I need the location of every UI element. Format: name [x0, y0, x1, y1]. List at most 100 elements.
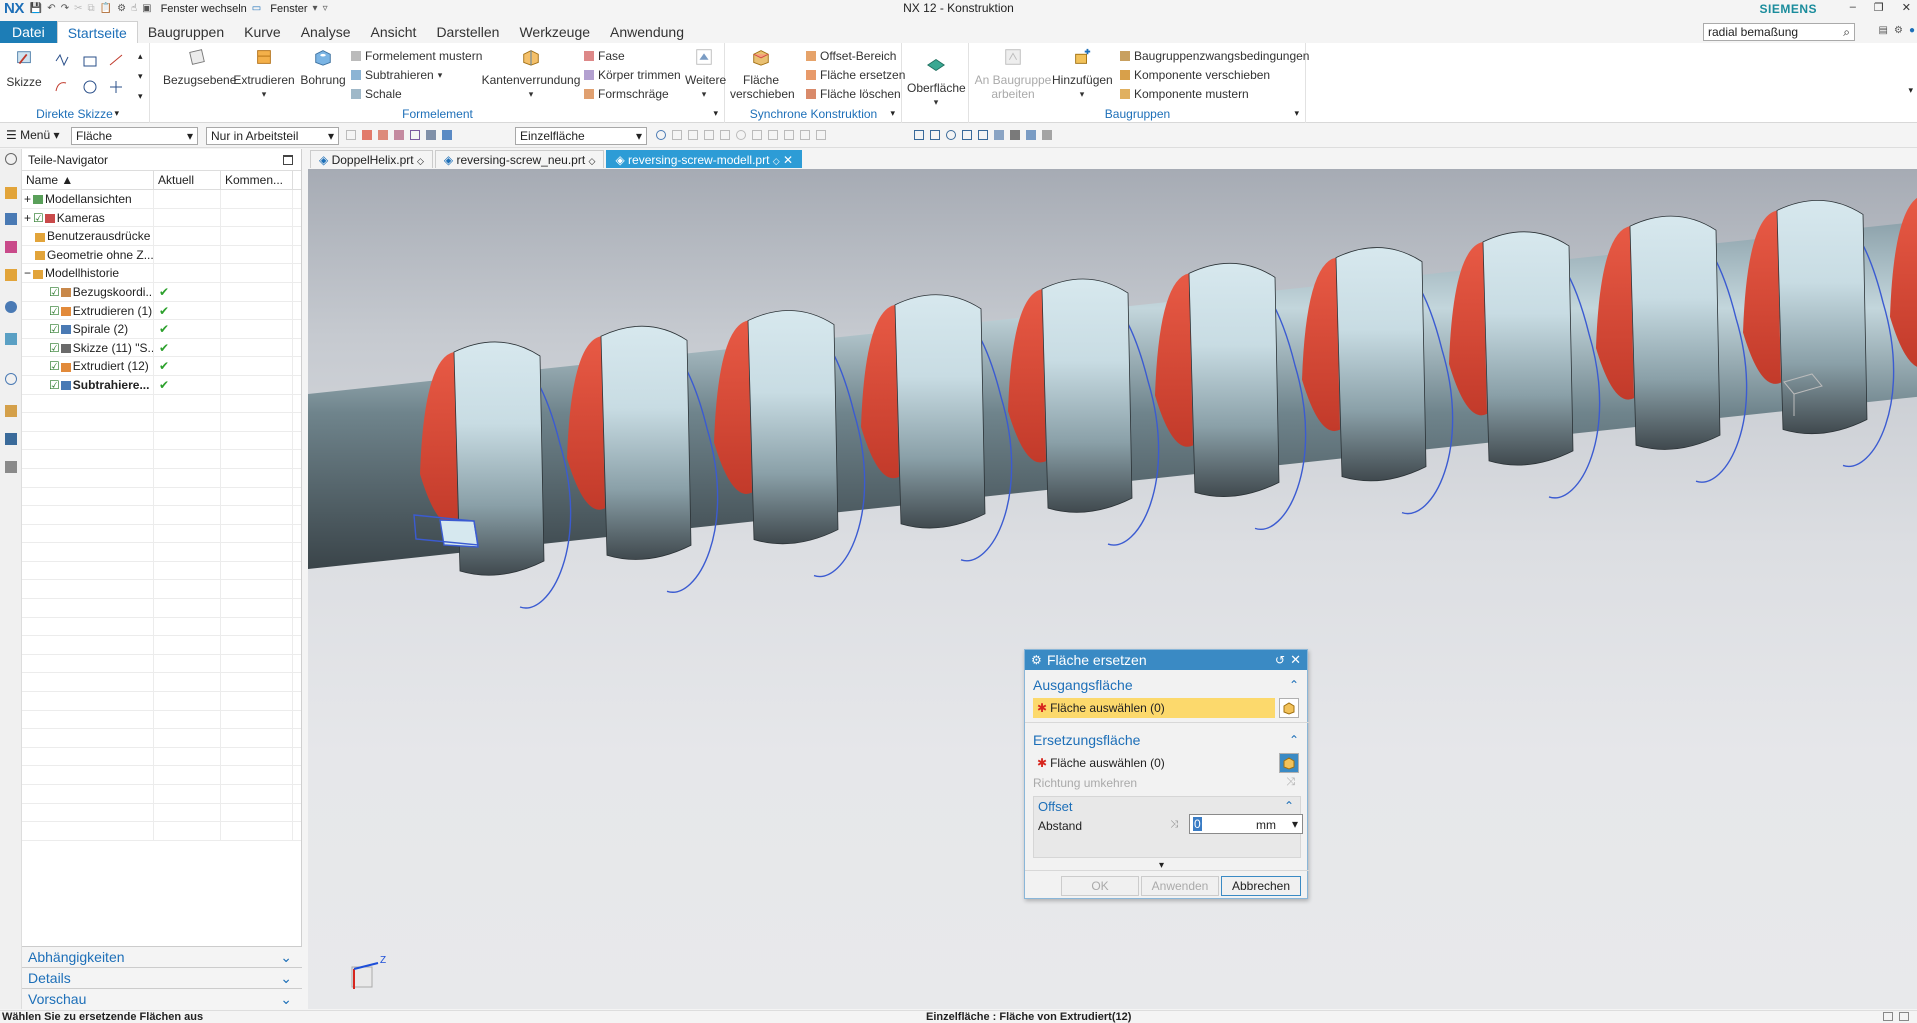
screw-flight[interactable] [1041, 278, 1133, 513]
pattern-component-button[interactable]: Komponente mustern [1120, 87, 1249, 101]
tree-row[interactable]: ☑ Skizze (11) "S... ✔ [22, 338, 301, 358]
tree-row[interactable]: ☑ Bezugskoordi... ✔ [22, 282, 301, 302]
pattern-feature-button[interactable]: Formelement mustern [351, 49, 482, 63]
group-menu-icon[interactable]: ▾ [1294, 108, 1299, 119]
screw-flight[interactable] [1335, 247, 1427, 482]
tree-row[interactable]: − Modellhistorie [22, 264, 301, 283]
visibility-checkbox[interactable]: ☑ [33, 211, 44, 225]
preview-panel[interactable]: Vorschau ⌄ [22, 988, 302, 1009]
source-face-selector[interactable]: ✱ Fläche auswählen (0) [1033, 698, 1275, 718]
shaded-icon[interactable] [442, 130, 452, 140]
history-icon[interactable] [5, 373, 17, 385]
column-comment[interactable]: Kommen... [221, 171, 293, 189]
tab-application[interactable]: Anwendung [600, 21, 694, 43]
command-search-input[interactable]: radial bemaßung ⌕ [1703, 23, 1855, 41]
hole-button[interactable]: Bohrung [297, 47, 349, 87]
gallery-more-icon[interactable]: ▾ [138, 91, 143, 102]
ok-button[interactable]: OK [1061, 876, 1139, 896]
snap-existing-icon[interactable] [768, 130, 778, 140]
doc-tab-reversing-screw-neu[interactable]: ◈ reversing-screw_neu.prt ◇ [434, 150, 605, 168]
tab-view[interactable]: Ansicht [361, 21, 427, 43]
web-browser-icon[interactable] [5, 333, 17, 345]
snap-midpoint-icon[interactable] [688, 130, 698, 140]
apply-button[interactable]: Anwenden [1141, 876, 1219, 896]
snap-endpoint-icon[interactable] [672, 130, 682, 140]
tree-row[interactable]: ☑ Extrudieren (1) ✔ [22, 301, 301, 321]
extrude-button[interactable]: Extrudieren ▾ [233, 47, 295, 101]
close-icon[interactable]: ✕ [1902, 1, 1911, 14]
expand-toggle-icon[interactable]: + [24, 211, 31, 225]
perspective-icon[interactable] [978, 130, 988, 140]
tab-render[interactable]: Darstellen [426, 21, 509, 43]
replacement-face-selector[interactable]: ✱ Fläche auswählen (0) [1033, 753, 1275, 773]
chevron-down-icon[interactable]: ▾ [313, 3, 318, 14]
redo-icon[interactable]: ↷ [61, 3, 69, 14]
resource-bar-icon[interactable]: ▤ [1879, 25, 1888, 36]
screw-flight[interactable] [1482, 231, 1574, 466]
column-name[interactable]: Name ▲ [22, 171, 154, 189]
touch-mode-icon[interactable]: ☝ [131, 3, 137, 14]
group-menu-icon[interactable]: ▾ [890, 108, 895, 119]
minimize-icon[interactable]: – [1850, 1, 1856, 14]
system-scenes-icon[interactable] [5, 461, 17, 473]
rotate-icon[interactable] [946, 130, 956, 140]
select-tangent-icon[interactable] [394, 130, 404, 140]
fit-view-icon[interactable] [914, 130, 924, 140]
tab-analysis[interactable]: Analyse [291, 21, 361, 43]
add-component-button[interactable]: Hinzufügen ▾ [1052, 47, 1113, 101]
doc-tab-reversing-screw-modell[interactable]: ◈ reversing-screw-modell.prt ◇ ✕ [606, 150, 803, 168]
offset-section-label[interactable]: Offset [1038, 799, 1072, 814]
tree-row[interactable]: ☑ Subtrahiere... ✔ [22, 375, 301, 395]
filter-icon[interactable] [362, 130, 372, 140]
edit-section-icon[interactable] [1026, 130, 1036, 140]
paste-icon[interactable]: 📋 [100, 3, 112, 14]
tree-row[interactable]: ☑ Extrudiert (12) ✔ [22, 357, 301, 376]
reset-icon[interactable]: ↺ [1275, 650, 1285, 670]
collapse-icon[interactable]: ⌃ [1284, 799, 1294, 813]
formula-icon[interactable]: ⤨ [1170, 819, 1178, 830]
select-all-icon[interactable] [378, 130, 388, 140]
assembly-navigator-icon[interactable] [5, 187, 17, 199]
general-selection-icon[interactable] [346, 130, 356, 140]
hd3d-tools-icon[interactable] [5, 301, 17, 313]
rectangle-select-icon[interactable] [410, 130, 420, 140]
snap-bounded-icon[interactable] [816, 130, 826, 140]
select-replacement-face-button[interactable] [1279, 753, 1299, 773]
replacement-face-section[interactable]: Ersetzungsfläche [1033, 732, 1140, 748]
tab-assemblies[interactable]: Baugruppen [138, 21, 234, 43]
tree-row[interactable]: Benutzerausdrücke [22, 227, 301, 246]
tab-file[interactable]: Datei [0, 21, 57, 43]
restore-icon[interactable]: ❐ [1874, 1, 1884, 14]
snap-quadrant-icon[interactable] [752, 130, 762, 140]
close-icon[interactable]: ✕ [1290, 650, 1301, 670]
tab-home[interactable]: Startseite [56, 21, 138, 43]
repeat-command-icon[interactable]: ⚙ [117, 3, 126, 14]
menu-button[interactable]: ☰ Menü ▾ [6, 128, 59, 142]
type-filter-select[interactable]: Fläche ▾ [71, 127, 198, 145]
snap-center-icon[interactable] [736, 130, 746, 140]
undo-icon[interactable]: ↶ [47, 3, 55, 14]
visibility-checkbox[interactable]: ☑ [49, 322, 60, 336]
collapse-icon[interactable]: ⌃ [1289, 733, 1299, 747]
rendering-style-icon[interactable] [1010, 130, 1020, 140]
details-panel[interactable]: Details ⌄ [22, 967, 302, 988]
constraint-navigator-icon[interactable] [5, 213, 17, 225]
tree-row[interactable]: + Modellansichten [22, 190, 301, 209]
tab-curve[interactable]: Kurve [234, 21, 291, 43]
tree-row[interactable]: Geometrie ohne Z... [22, 245, 301, 265]
process-studio-icon[interactable] [5, 405, 17, 417]
replace-face-button[interactable]: Fläche ersetzen [806, 68, 905, 82]
gear-icon[interactable]: ⚙ [1031, 650, 1042, 670]
group-menu-icon[interactable]: ▾ [713, 108, 718, 119]
expand-toggle-icon[interactable]: + [24, 192, 31, 206]
more-features-button[interactable]: Weitere ▾ [685, 47, 726, 101]
visibility-checkbox[interactable]: ☑ [49, 285, 60, 299]
snap-intersection-icon[interactable] [720, 130, 730, 140]
collapse-icon[interactable]: ⌃ [1289, 678, 1299, 692]
distance-input[interactable]: 0 mm ▾ [1189, 814, 1303, 834]
visibility-checkbox[interactable]: ☑ [49, 304, 60, 318]
roles-icon[interactable] [5, 433, 17, 445]
switch-window-button[interactable]: Fenster wechseln [161, 3, 247, 15]
copy-icon[interactable]: ⧉ [87, 3, 94, 14]
window-icon[interactable]: ▭ [252, 3, 261, 14]
